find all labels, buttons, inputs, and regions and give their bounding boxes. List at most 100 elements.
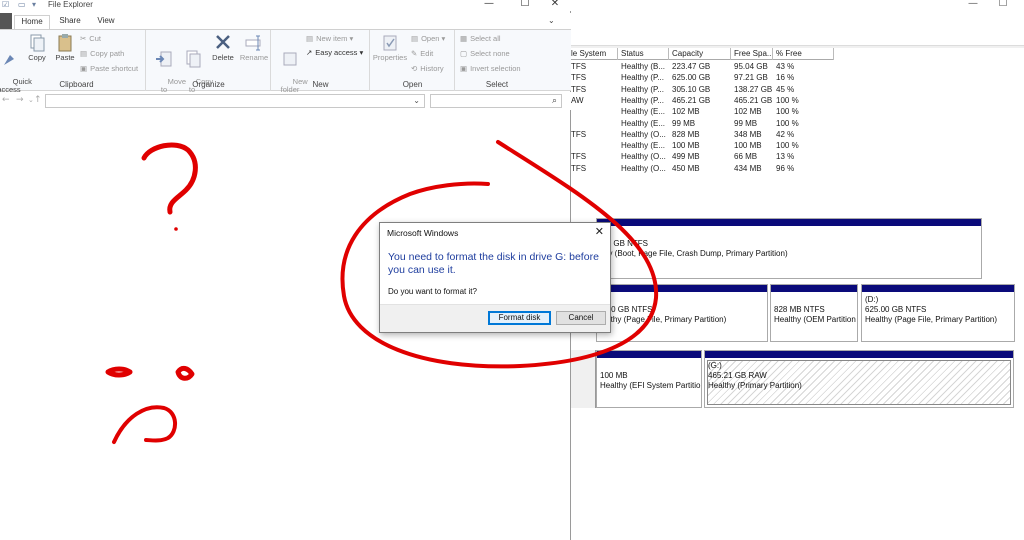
cell-status: Healthy (O... bbox=[621, 129, 666, 139]
partition-status: ealthy (Page File, Primary Partition) bbox=[600, 315, 727, 324]
clipboard-group-label: Clipboard bbox=[59, 80, 94, 89]
table-row[interactable]: AW Healthy (P... 465.21 GB 465.21 GB 100 % bbox=[570, 95, 834, 106]
paste-shortcut-button[interactable]: ▣ Paste shortcut bbox=[80, 64, 138, 74]
up-icon[interactable]: ↑ bbox=[34, 95, 42, 105]
ribbon-tabs: Home Share View ⌄ bbox=[0, 13, 571, 29]
cell-free-space: 95.04 GB bbox=[734, 62, 768, 71]
cell-capacity: 625.00 GB bbox=[672, 73, 711, 83]
table-row[interactable]: TFS Healthy (P... 625.00 GB 97.21 GB 16 % bbox=[570, 72, 834, 83]
open-group: Properties ▤ Open ▾ ✎ Edit ⟲ History Open bbox=[371, 30, 455, 91]
copy-button[interactable]: Copy bbox=[24, 33, 50, 62]
cell-status: Healthy (P... bbox=[621, 84, 664, 94]
rename-button[interactable]: Rename bbox=[239, 33, 269, 62]
table-row[interactable]: TFS Healthy (O... 828 MB 348 MB 42 % bbox=[570, 129, 834, 140]
table-row[interactable]: TFS Healthy (P... 305.10 GB 138.27 GB 45 % bbox=[570, 84, 834, 95]
column-free-space[interactable]: Free Spa... bbox=[731, 48, 773, 60]
delete-icon bbox=[216, 35, 230, 49]
dialog-close-button[interactable]: ✕ bbox=[595, 225, 604, 238]
column-capacity[interactable]: Capacity bbox=[669, 48, 731, 60]
table-row[interactable]: TFS Healthy (O... 499 MB 66 MB 13 % bbox=[570, 151, 834, 162]
table-row[interactable]: Healthy (E... 102 MB 102 MB 100 % bbox=[570, 106, 834, 117]
back-icon[interactable]: ← bbox=[2, 95, 10, 105]
select-none-icon: ▢ bbox=[460, 49, 468, 59]
cell-capacity: 828 MB bbox=[672, 129, 700, 139]
folder-icon[interactable]: ▭ bbox=[18, 1, 26, 9]
partition-size: 100 MB bbox=[600, 371, 628, 380]
cell-percent-free: 16 % bbox=[776, 73, 795, 83]
close-button[interactable]: ✕ bbox=[541, 0, 569, 9]
cancel-button[interactable]: Cancel bbox=[556, 311, 606, 325]
format-disk-dialog: Microsoft Windows ✕ You need to format t… bbox=[379, 222, 611, 333]
select-all-button[interactable]: ▦ Select all bbox=[460, 34, 501, 44]
easy-access-button[interactable]: ↗ Easy access ▾ bbox=[306, 48, 363, 58]
invert-selection-button[interactable]: ▣ Invert selection bbox=[460, 64, 521, 74]
edit-button[interactable]: ✎ Edit bbox=[411, 49, 433, 59]
cell-free-space: 348 MB bbox=[734, 129, 762, 139]
search-input[interactable]: ⌕ bbox=[430, 94, 562, 108]
partition-label: (D:) bbox=[865, 295, 879, 304]
cell-file-system: TFS bbox=[571, 163, 587, 173]
partition-status: Healthy (Primary Partition) bbox=[708, 381, 802, 390]
new-item-icon: ▤ bbox=[306, 34, 314, 44]
cell-free-space: 66 MB bbox=[734, 152, 758, 162]
recent-locations-icon[interactable]: ⌄ bbox=[28, 96, 34, 104]
table-row[interactable]: Healthy (E... 100 MB 100 MB 100 % bbox=[570, 140, 834, 151]
cell-free-space: 102 MB bbox=[734, 107, 762, 117]
history-icon: ⟲ bbox=[411, 64, 418, 74]
checkbox-icon[interactable]: ☑ bbox=[2, 1, 9, 9]
copy-path-button[interactable]: ▤ Copy path bbox=[80, 49, 124, 59]
new-item-button[interactable]: ▤ New item ▾ bbox=[306, 34, 353, 44]
cell-capacity: 465.21 GB bbox=[672, 95, 711, 105]
maximize-button[interactable]: ☐ bbox=[988, 0, 1018, 10]
address-dropdown-icon[interactable]: ⌄ bbox=[413, 96, 420, 105]
address-bar[interactable]: ⌄ bbox=[45, 94, 425, 108]
copy-to-icon bbox=[186, 50, 201, 68]
partition-efi[interactable]: 100 MB Healthy (EFI System Partition bbox=[596, 350, 702, 408]
cell-status: Healthy (O... bbox=[621, 163, 666, 173]
table-row[interactable]: Healthy (E... 99 MB 99 MB 100 % bbox=[570, 118, 834, 129]
customize-toolbar-icon[interactable]: ▾ bbox=[32, 1, 36, 9]
tab-share[interactable]: Share bbox=[52, 15, 88, 29]
open-button[interactable]: ▤ Open ▾ bbox=[411, 34, 445, 44]
maximize-button[interactable]: ☐ bbox=[511, 0, 539, 9]
partition-oem[interactable]: 828 MB NTFS Healthy (OEM Partition bbox=[770, 284, 858, 342]
cell-percent-free: 43 % bbox=[776, 62, 795, 71]
column-file-system[interactable]: le System bbox=[570, 48, 618, 60]
column-percent-free[interactable]: % Free bbox=[773, 48, 834, 60]
properties-button[interactable]: Properties bbox=[371, 33, 409, 62]
disk-2-label[interactable] bbox=[570, 350, 596, 408]
format-disk-button[interactable]: Format disk bbox=[488, 311, 551, 325]
paste-button[interactable]: Paste bbox=[52, 33, 78, 62]
select-group: ▦ Select all ▢ Select none ▣ Invert selecti… bbox=[456, 30, 538, 91]
cell-capacity: 100 MB bbox=[672, 141, 700, 151]
disk-0-row: :) .47 GB NTFS lthy (Boot, Page File, Cr… bbox=[570, 218, 1024, 288]
table-row[interactable]: TFS Healthy (B... 223.47 GB 95.04 GB 43 % bbox=[570, 61, 834, 72]
tab-home[interactable]: Home bbox=[14, 15, 50, 29]
partition-status: Healthy (EFI System Partition bbox=[600, 381, 701, 390]
cell-capacity: 499 MB bbox=[672, 152, 700, 162]
minimize-button[interactable]: — bbox=[475, 0, 503, 9]
column-status[interactable]: Status bbox=[618, 48, 669, 60]
select-none-button[interactable]: ▢ Select none bbox=[460, 49, 510, 59]
minimize-button[interactable]: — bbox=[958, 0, 988, 10]
tab-file[interactable] bbox=[0, 13, 12, 29]
disk-management-toolbar bbox=[570, 28, 1024, 46]
delete-button[interactable]: Delete bbox=[209, 33, 237, 62]
table-row[interactable]: TFS Healthy (O... 450 MB 434 MB 96 % bbox=[570, 163, 834, 174]
history-button[interactable]: ⟲ History bbox=[411, 64, 444, 74]
partition-status: Healthy (Page File, Primary Partition) bbox=[865, 315, 998, 324]
cell-percent-free: 45 % bbox=[776, 84, 795, 94]
cell-percent-free: 96 % bbox=[776, 163, 795, 173]
copy-icon bbox=[30, 34, 45, 52]
cut-button[interactable]: ✂ Cut bbox=[80, 34, 101, 44]
new-folder-icon bbox=[283, 52, 297, 66]
organize-group: Move to Copy to Delete Rename Organize bbox=[147, 30, 271, 94]
collapse-ribbon-icon[interactable]: ⌄ bbox=[548, 16, 555, 25]
cell-status: Healthy (E... bbox=[621, 118, 666, 128]
partition-c[interactable]: :) .47 GB NTFS lthy (Boot, Page File, Cr… bbox=[596, 218, 982, 279]
partition-e[interactable]: E:) 5.10 GB NTFS ealthy (Page File, Prim… bbox=[596, 284, 768, 342]
partition-d[interactable]: (D:) 625.00 GB NTFS Healthy (Page File, … bbox=[861, 284, 1015, 342]
tab-view[interactable]: View bbox=[88, 15, 124, 29]
forward-icon[interactable]: → bbox=[16, 95, 24, 105]
partition-g-raw[interactable]: (G:) 465.21 GB RAW Healthy (Primary Part… bbox=[704, 350, 1014, 408]
